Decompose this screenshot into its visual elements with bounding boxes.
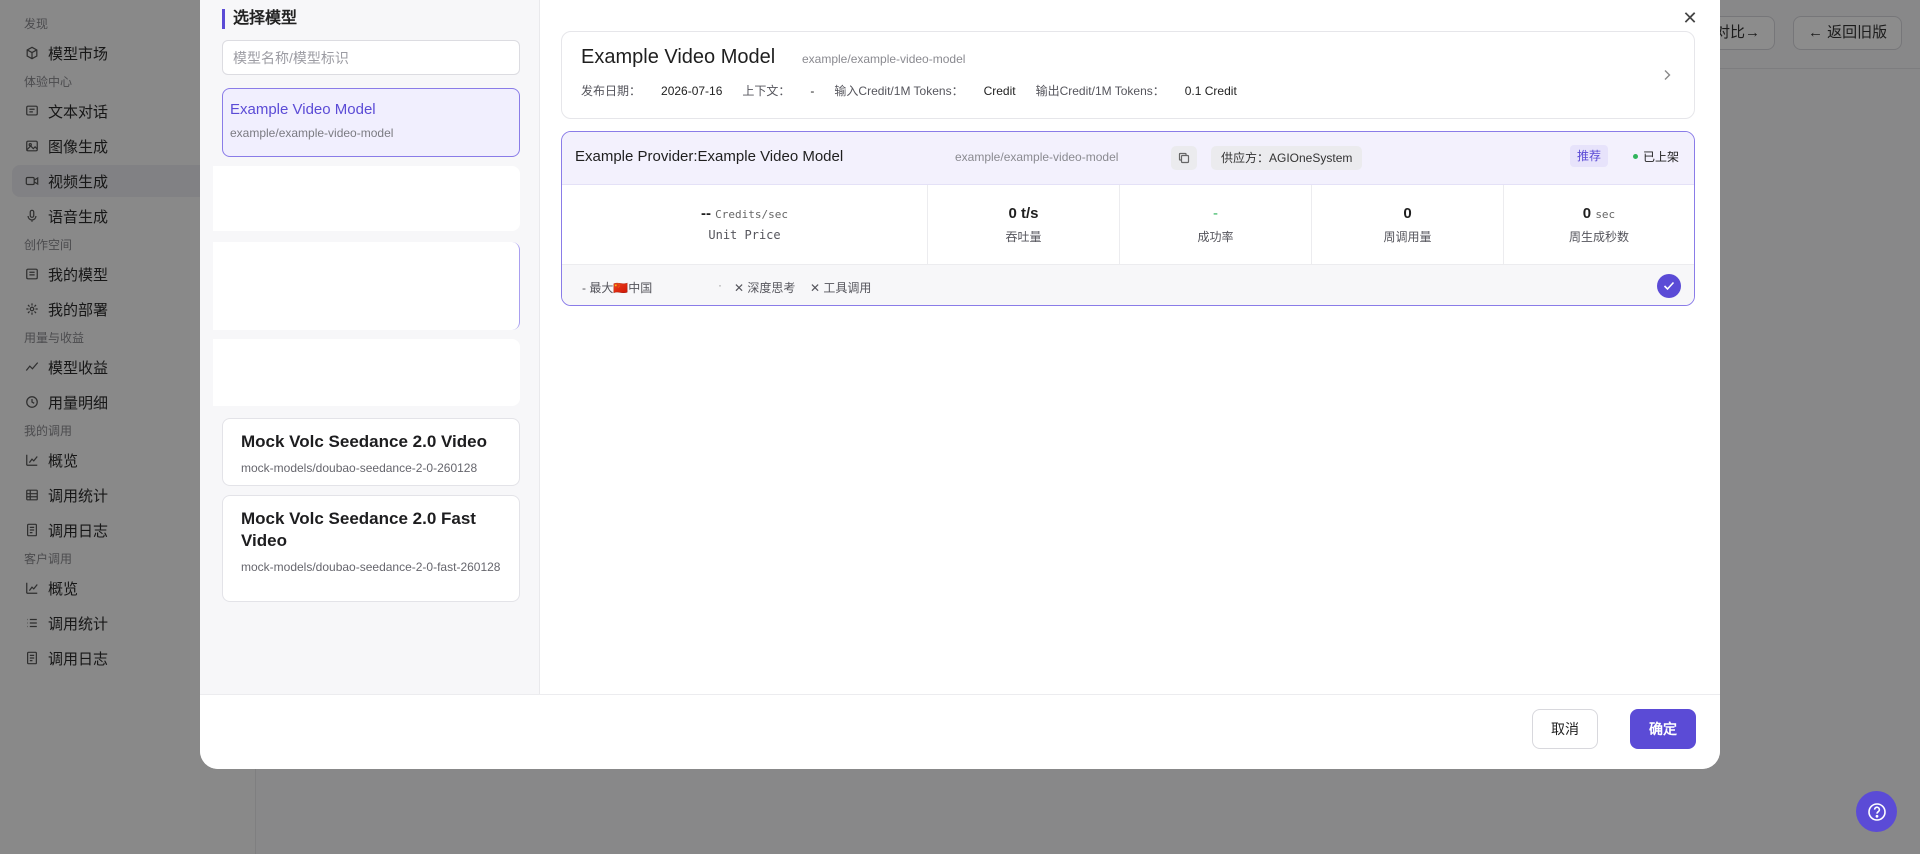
feature-tool-call: ✕ 工具调用 [810,279,871,296]
select-model-modal: 选择模型 Example Video Model example/example… [200,0,1720,769]
stat-value: 0 [1403,205,1412,222]
stat-unit: Credits/sec [715,208,789,221]
stat-weekly-seconds: 0 sec 周生成秒数 [1504,185,1694,265]
feature-label: 深度思考 [747,281,796,295]
stat-label: 吞吐量 [1005,230,1042,244]
model-detail-title: Example Video Model [581,46,776,68]
provider-name: Example Provider:Example Video Model [575,148,844,165]
copy-icon[interactable] [1171,146,1197,170]
stat-unit-price: -- Credits/sec Unit Price [562,185,928,265]
model-card[interactable]: Mock Volc Seedance 2.0 Fast Video mock-m… [222,495,520,602]
model-detail-header[interactable]: Example Video Model example/example-vide… [561,31,1695,119]
model-card-placeholder[interactable] [213,339,520,406]
model-card-selected[interactable]: Example Video Model example/example-vide… [222,88,520,157]
model-list-panel: 选择模型 Example Video Model example/example… [200,0,540,694]
feature-separator: · [718,278,722,292]
provider-features: - 最大🇨🇳中国 · ✕ 深度思考 ✕ 工具调用 [562,265,1694,305]
stat-value: - [1213,205,1218,222]
stat-number: -- [700,205,711,222]
stat-throughput: 0 t/s 吞吐量 [928,185,1120,265]
output-price-label: 输出Credit/1M Tokens： [1035,84,1165,98]
release-date-label: 发布日期： [581,84,642,98]
input-price-value: Credit [983,84,1016,98]
model-detail-slug: example/example-video-model [802,52,966,66]
x-icon: ✕ [810,281,824,295]
release-date-value: 2026-07-16 [661,84,723,98]
stat-label: 成功率 [1197,230,1234,244]
stat-label: 周生成秒数 [1568,230,1629,244]
stat-success-rate: - 成功率 [1120,185,1312,265]
confirm-button[interactable]: 确定 [1630,709,1696,749]
stat-value: 0 sec [1504,205,1694,222]
model-card-slug: mock-models/doubao-seedance-2-0-260128 [241,461,478,475]
modal-footer: 取消 确定 [200,694,1720,769]
model-search-input[interactable] [222,40,520,75]
model-card-slug: example/example-video-model [230,126,394,140]
check-icon[interactable] [1657,274,1681,298]
modal-title: 选择模型 [222,9,297,29]
output-price: 输出Credit/1M Tokens： 0.1 Credit [1036,82,1237,99]
x-icon: ✕ [734,281,748,295]
feature-region: - 最大🇨🇳中国 [582,281,653,295]
status-text: 已上架 [1642,150,1679,164]
output-price-value: 0.1 Credit [1184,84,1237,98]
context-value: - [810,84,815,98]
provider-card[interactable]: Example Provider:Example Video Model exa… [561,131,1695,306]
recommend-badge: 推荐 [1569,145,1608,167]
input-price-label: 输入Credit/1M Tokens： [834,84,964,98]
model-detail-meta: 发布日期： 2026-07-16 上下文： - 输入Credit/1M Tokens… [581,82,1257,99]
stat-unit: sec [1595,208,1616,221]
help-button[interactable] [1856,791,1897,832]
model-card-name: Mock Volc Seedance 2.0 Fast Video [241,509,476,550]
context-label: 上下文： [742,84,791,98]
feature-label: 工具调用 [823,281,872,295]
model-card-name: Mock Volc Seedance 2.0 Video [241,432,487,451]
model-card-slug: mock-models/doubao-seedance-2-0-fast-260… [241,560,501,574]
provider-card-header: Example Provider:Example Video Model exa… [562,132,1694,185]
provider-slug: example/example-video-model [955,150,1119,164]
status-badge: 已上架 [1632,148,1679,165]
chevron-right-icon [1662,68,1672,84]
stat-value: -- Credits/sec [562,205,927,222]
stat-label: Unit Price [708,228,781,242]
input-price: 输入Credit/1M Tokens： Credit [834,82,1015,99]
status-dot-icon [1632,154,1638,159]
stat-label: 周调用量 [1383,230,1432,244]
feature-deep-think: ✕ 深度思考 [734,279,795,296]
question-icon [1867,802,1886,821]
stat-number: 0 [1582,205,1592,222]
model-card-name: Example Video Model [230,101,376,118]
model-card-placeholder[interactable] [213,242,520,330]
model-card-placeholder[interactable] [213,166,520,231]
stat-value: 0 t/s [1008,205,1039,222]
context-length: 上下文： - [742,82,814,99]
release-date: 发布日期： 2026-07-16 [581,82,722,99]
provider-stats: -- Credits/sec Unit Price 0 t/s 吞吐量 - 成功… [562,185,1694,265]
cancel-button[interactable]: 取消 [1532,709,1598,749]
close-icon[interactable]: ✕ [1680,8,1700,28]
supplier-badge: 供应方：AGIOneSystem [1211,146,1363,170]
stat-weekly-calls: 0 周调用量 [1312,185,1504,265]
model-card[interactable]: Mock Volc Seedance 2.0 Video mock-models… [222,418,520,486]
